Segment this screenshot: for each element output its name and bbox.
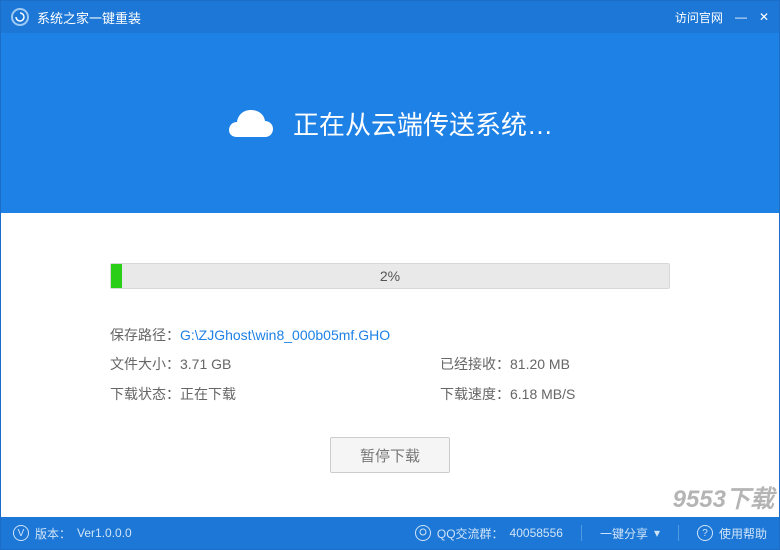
version-label: 版本： [35, 525, 71, 542]
share-label: 一键分享 [600, 525, 648, 542]
qq-value: 40058556 [510, 526, 563, 540]
hero-banner: 正在从云端传送系统… [1, 33, 779, 213]
file-size-label: 文件大小： [110, 356, 180, 372]
visit-site-link[interactable]: 访问官网 [675, 9, 723, 26]
titlebar: 系统之家一键重装 访问官网 — ✕ [1, 1, 779, 33]
content-area: 2% 保存路径：G:\ZJGhost\win8_000b05mf.GHO 文件大… [1, 213, 779, 517]
received-value: 81.20 MB [510, 356, 570, 372]
download-status-value: 正在下载 [180, 386, 236, 402]
chevron-down-icon: ▾ [654, 526, 660, 540]
app-title: 系统之家一键重装 [37, 8, 141, 27]
save-path-label: 保存路径： [110, 327, 180, 343]
app-logo-icon [11, 8, 29, 26]
help-link[interactable]: ? 使用帮助 [697, 525, 767, 542]
separator [678, 525, 679, 541]
version-info: V 版本： Ver1.0.0.0 [13, 525, 132, 542]
version-value: Ver1.0.0.0 [77, 526, 132, 540]
cloud-icon [227, 107, 275, 139]
help-icon: ? [697, 525, 713, 541]
close-button[interactable]: ✕ [759, 10, 769, 24]
save-path-value: G:\ZJGhost\win8_000b05mf.GHO [180, 327, 390, 343]
separator [581, 525, 582, 541]
version-icon: V [13, 525, 29, 541]
help-label: 使用帮助 [719, 525, 767, 542]
progress-percent: 2% [111, 264, 669, 288]
received-label: 已经接收： [440, 356, 510, 372]
progress-bar: 2% [110, 263, 670, 289]
pause-download-button[interactable]: 暂停下载 [330, 437, 450, 473]
qq-group-link[interactable]: QQ交流群： 40058556 [415, 525, 563, 542]
minimize-button[interactable]: — [735, 10, 747, 24]
download-speed-label: 下载速度： [440, 386, 510, 402]
share-link[interactable]: 一键分享 ▾ [600, 525, 660, 542]
hero-message: 正在从云端传送系统… [293, 105, 553, 142]
app-window: 系统之家一键重装 访问官网 — ✕ 正在从云端传送系统… 2% 保存路径：G:\… [0, 0, 780, 550]
download-info: 保存路径：G:\ZJGhost\win8_000b05mf.GHO 文件大小：3… [110, 321, 670, 409]
statusbar: V 版本： Ver1.0.0.0 QQ交流群： 40058556 一键分享 ▾ ? … [1, 517, 779, 549]
qq-icon [415, 525, 431, 541]
download-speed-value: 6.18 MB/S [510, 386, 575, 402]
titlebar-controls: 访问官网 — ✕ [675, 9, 769, 26]
qq-label: QQ交流群： [437, 525, 504, 542]
file-size-value: 3.71 GB [180, 356, 231, 372]
download-status-label: 下载状态： [110, 386, 180, 402]
